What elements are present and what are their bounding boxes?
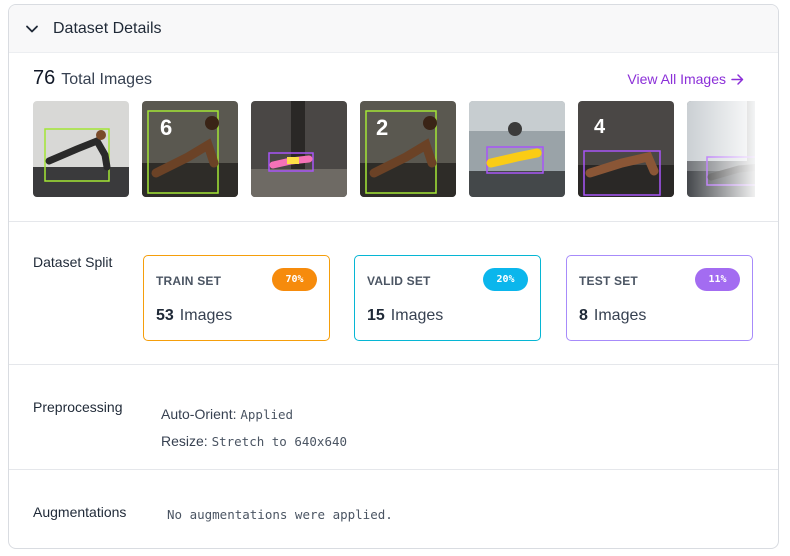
augmentations-label: Augmentations (33, 504, 127, 520)
image-thumbnail[interactable] (687, 101, 755, 197)
chevron-down-icon[interactable] (25, 22, 39, 36)
total-images-count: 76 (33, 67, 56, 89)
preprocessing-step-resize: Resize: Stretch to 640x640 (161, 433, 348, 449)
image-thumbnail[interactable]: 2 (360, 101, 456, 197)
preprocessing-step-auto-orient: Auto-Orient: Applied (161, 406, 294, 422)
dataset-details-card: Dataset Details 76 Total Images View All… (8, 4, 779, 549)
train-set-card[interactable]: TRAIN SET 70% 53 Images (143, 255, 330, 341)
svg-text:2: 2 (376, 115, 388, 140)
preprocessing-label: Preprocessing (33, 399, 123, 415)
test-set-percent-badge: 11% (695, 268, 740, 291)
total-images-label: Total Images (61, 71, 152, 88)
image-thumbnail[interactable]: 4 (578, 101, 674, 197)
dataset-split-row: Dataset Split TRAIN SET 70% 53 Images VAL… (9, 222, 778, 365)
valid-set-percent-badge: 20% (483, 268, 528, 291)
dataset-details-header[interactable]: Dataset Details (9, 5, 778, 53)
image-thumbnail[interactable]: 6 (142, 101, 238, 197)
augmentations-text: No augmentations were applied. (167, 507, 393, 522)
image-thumbnail[interactable] (251, 101, 347, 197)
view-all-images-label: View All Images (627, 71, 726, 87)
resize-value: Stretch to 640x640 (211, 434, 348, 449)
svg-text:4: 4 (594, 116, 606, 138)
dataset-details-title: Dataset Details (53, 19, 162, 37)
dataset-split-label: Dataset Split (33, 254, 113, 270)
preprocessing-row: Preprocessing Auto-Orient: Applied Resiz… (9, 365, 778, 470)
test-set-card[interactable]: TEST SET 11% 8 Images (566, 255, 753, 341)
auto-orient-value: Applied (240, 407, 294, 422)
svg-text:6: 6 (160, 115, 172, 140)
train-set-title: TRAIN SET (156, 274, 222, 288)
valid-set-title: VALID SET (367, 274, 431, 288)
image-thumbnails: 6 2 4 (33, 101, 755, 197)
view-all-images-link[interactable]: View All Images (627, 71, 744, 87)
image-thumbnail[interactable] (33, 101, 129, 197)
augmentations-row: Augmentations No augmentations were appl… (9, 470, 778, 548)
arrow-right-icon (731, 73, 744, 85)
total-images: 76 Total Images (33, 67, 152, 90)
valid-set-card[interactable]: VALID SET 20% 15 Images (354, 255, 541, 341)
preprocessing-steps: Auto-Orient: Applied Resize: Stretch to … (161, 401, 347, 455)
train-set-percent-badge: 70% (272, 268, 317, 291)
image-thumbnail[interactable] (469, 101, 565, 197)
train-set-count: 53 Images (156, 307, 233, 324)
test-set-title: TEST SET (579, 274, 638, 288)
valid-set-count: 15 Images (367, 307, 444, 324)
test-set-count: 8 Images (579, 307, 647, 324)
